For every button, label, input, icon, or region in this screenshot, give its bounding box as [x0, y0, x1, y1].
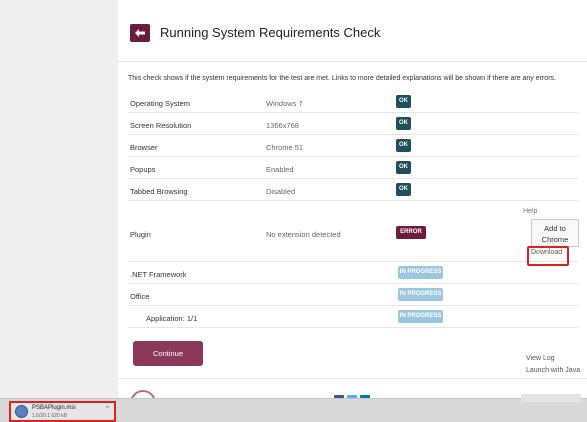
installer-file-icon [15, 405, 28, 418]
requirement-value: Disabled [266, 187, 296, 196]
status-badge: IN PROGRESS [398, 288, 443, 301]
requirement-label: Plugin [130, 230, 151, 239]
table-row: Browser Chrome 51 OK [128, 135, 578, 157]
back-button[interactable] [130, 24, 150, 42]
continue-button[interactable]: Continue [133, 341, 203, 366]
intro-text: This check shows if the system requireme… [128, 75, 556, 82]
requirement-value: 1366x768 [266, 121, 299, 130]
requirement-value: Enabled [266, 165, 294, 174]
status-badge: OK [396, 139, 411, 152]
table-row: Operating System Windows 7 OK [128, 91, 578, 113]
requirement-label: Office [130, 292, 150, 301]
requirement-label: Tabbed Browsing [130, 187, 188, 196]
footer-divider [118, 378, 587, 379]
status-badge: OK [396, 183, 411, 196]
table-row: Screen Resolution 1366x768 OK [128, 113, 578, 135]
status-badge: IN PROGRESS [398, 310, 443, 323]
download-filename: PSBAPlugin.msi [32, 405, 76, 411]
requirement-label: .NET Framework [130, 270, 187, 279]
left-gutter [0, 0, 118, 398]
chevron-up-icon[interactable]: ^ [106, 406, 109, 412]
requirements-table: Operating System Windows 7 OK Screen Resolu… [128, 91, 578, 328]
requirement-label: Browser [130, 143, 158, 152]
help-link[interactable]: Help [523, 208, 537, 215]
page-header: Running System Requirements Check [118, 0, 587, 62]
table-row: Popups Enabled OK [128, 157, 578, 179]
table-row: Office IN PROGRESS [128, 284, 578, 306]
status-badge: OK [396, 161, 411, 174]
requirement-label: Application: 1/1 [146, 314, 198, 323]
status-badge: OK [396, 117, 411, 130]
table-row: .NET Framework IN PROGRESS [128, 262, 578, 284]
status-badge: OK [396, 95, 411, 108]
add-to-chrome-label: Add to Chrome [541, 224, 569, 244]
requirement-label: Operating System [130, 99, 191, 108]
requirement-value: Chrome 51 [266, 143, 304, 152]
download-bar-button[interactable] [521, 394, 581, 402]
download-size: 1.6/20.1 620 kB [32, 413, 68, 419]
status-badge[interactable]: ERROR [396, 226, 426, 239]
download-item[interactable]: PSBAPlugin.msi 1.6/20.1 620 kB ^ [9, 401, 116, 422]
requirement-label: Popups [130, 165, 156, 174]
table-row: Plugin No extension detected ERROR [128, 201, 578, 262]
launch-java-link[interactable]: Launch with Java [526, 367, 580, 374]
table-row: Application: 1/1 IN PROGRESS [128, 306, 578, 328]
view-log-link[interactable]: View Log [526, 355, 555, 362]
page-title: Running System Requirements Check [160, 25, 381, 40]
requirement-value: No extension detected [266, 230, 341, 239]
table-row: Tabbed Browsing Disabled OK [128, 179, 578, 201]
download-highlight [527, 246, 569, 266]
requirement-label: Screen Resolution [130, 121, 192, 130]
requirement-value: Windows 7 [266, 99, 303, 108]
add-to-chrome-button[interactable]: Add to Chrome [531, 219, 579, 247]
requirements-page: Running System Requirements Check This c… [118, 0, 587, 400]
arrow-left-icon [135, 29, 145, 37]
status-badge: IN PROGRESS [398, 266, 443, 279]
